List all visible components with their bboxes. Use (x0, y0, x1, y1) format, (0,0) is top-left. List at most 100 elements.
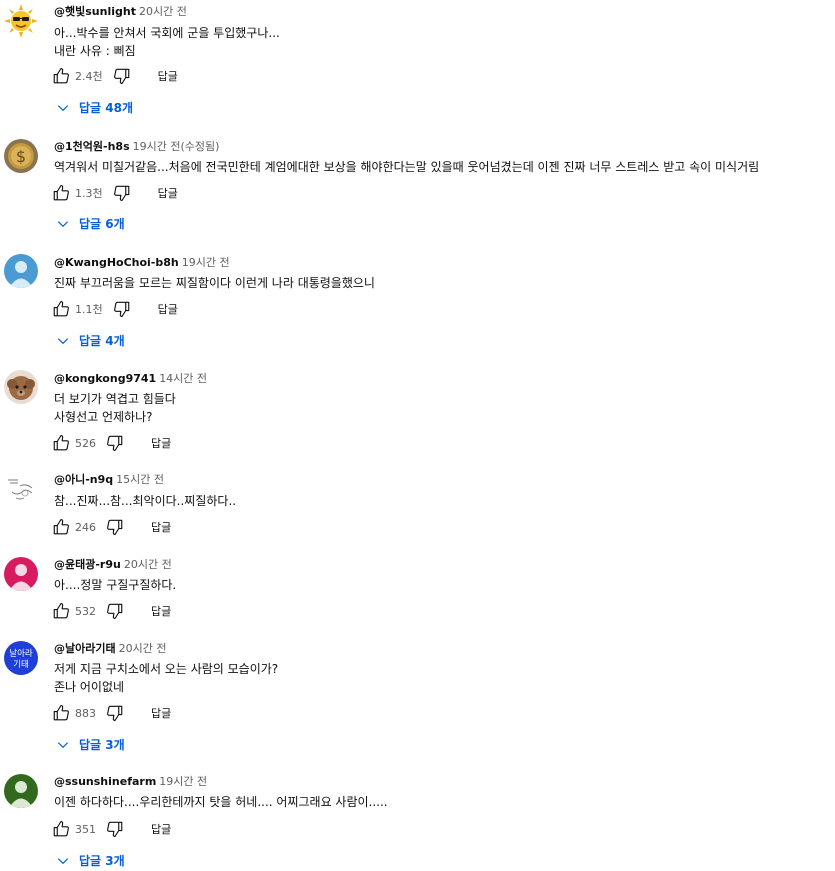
dislike-button[interactable] (106, 704, 124, 722)
view-replies-button[interactable]: 답글 48개 (56, 99, 133, 116)
reply-button[interactable]: 답글 (151, 603, 171, 619)
like-count: 1.3천 (75, 187, 103, 200)
comment-header: @아니-n9q 15시간 전 (54, 473, 164, 487)
timestamp[interactable]: 15시간 전 (116, 473, 164, 486)
view-replies-button[interactable]: 답글 6개 (56, 215, 125, 232)
like-button[interactable] (52, 704, 70, 722)
reply-button[interactable]: 답글 (158, 185, 178, 201)
avatar[interactable] (4, 774, 38, 808)
thumbs-down-icon (107, 603, 123, 620)
timestamp[interactable]: 14시간 전 (159, 372, 207, 385)
comment-text: 아...박수를 안쳐서 국회에 군을 투입했구나... 내란 사유 : 삐짐 (54, 26, 280, 58)
dislike-button[interactable] (106, 434, 124, 452)
reply-button[interactable]: 답글 (151, 519, 171, 535)
timestamp[interactable]: 19시간 전 (182, 256, 230, 269)
svg-text:날아라: 날아라 (9, 648, 33, 659)
reply-button[interactable]: 답글 (158, 68, 178, 84)
action-bar: 526 답글 (52, 433, 171, 453)
dislike-button[interactable] (113, 184, 131, 202)
like-button[interactable] (52, 67, 70, 85)
chevron-down-icon (57, 337, 69, 344)
replies-label: 답글 4개 (79, 334, 125, 348)
reply-button[interactable]: 답글 (151, 821, 171, 837)
timestamp[interactable]: 20시간 전 (124, 558, 172, 571)
dislike-button[interactable] (106, 602, 124, 620)
like-count: 1.1천 (75, 303, 103, 316)
svg-text:기태: 기태 (13, 660, 29, 670)
like-count: 2.4천 (75, 70, 103, 83)
comment-text: 역겨워서 미칠거같음...처음에 전국민한테 계엄에대한 보상을 해야한다는말 … (54, 160, 760, 174)
avatar[interactable]: $ (4, 139, 38, 173)
thumbs-down-icon (107, 821, 123, 838)
comment-text: 참...진짜...참...최악이다..찌질하다.. (54, 494, 237, 508)
reply-button[interactable]: 답글 (151, 435, 171, 451)
author-name[interactable]: @아니-n9q (54, 473, 113, 486)
thumbs-up-icon (53, 518, 69, 535)
blue-text-avatar-icon: 날아라 기태 (4, 641, 38, 675)
like-button[interactable] (52, 820, 70, 838)
replies-label: 답글 3개 (79, 738, 125, 752)
author-name[interactable]: @ssunshinefarm (54, 775, 156, 788)
author-name[interactable]: @윤태광-r9u (54, 558, 121, 571)
avatar[interactable] (4, 254, 38, 288)
like-count: 246 (75, 520, 96, 534)
author-name[interactable]: @날아라기태 (54, 642, 116, 655)
comment-text: 아....정말 구질구질하다. (54, 578, 177, 592)
pink-avatar-icon (4, 557, 38, 591)
comment-text: 더 보기가 역겹고 힘들다 사형선고 언제하나? (54, 392, 176, 424)
dislike-button[interactable] (113, 67, 131, 85)
thumbs-up-icon (53, 184, 69, 201)
avatar[interactable] (4, 472, 38, 506)
like-count: 526 (75, 436, 96, 450)
like-button[interactable] (52, 518, 70, 536)
timestamp[interactable]: 20시간 전 (139, 5, 187, 18)
dislike-button[interactable] (106, 518, 124, 536)
thumbs-down-icon (107, 435, 123, 452)
timestamp[interactable]: 19시간 전(수정됨) (133, 140, 220, 153)
thumbs-up-icon (53, 820, 69, 837)
action-bar: 883 답글 (52, 703, 171, 723)
svg-text:$: $ (16, 147, 26, 166)
action-bar: 351 답글 (52, 819, 171, 839)
view-replies-button[interactable]: 답글 4개 (56, 332, 125, 349)
like-count: 883 (75, 706, 96, 720)
chevron-down-icon (57, 220, 69, 227)
like-button[interactable] (52, 300, 70, 318)
action-bar: 246 답글 (52, 517, 171, 537)
timestamp[interactable]: 20시간 전 (119, 642, 167, 655)
author-name[interactable]: @kongkong9741 (54, 372, 156, 385)
author-name[interactable]: @KwangHoChoi-b8h (54, 256, 179, 269)
comment-text: 저게 지금 구치소에서 오는 사람의 모습이가? 존나 어이없네 (54, 662, 279, 694)
comment-header: @KwangHoChoi-b8h 19시간 전 (54, 256, 230, 270)
thumbs-down-icon (113, 68, 129, 85)
like-button[interactable] (52, 184, 70, 202)
action-bar: 1.1천 답글 (52, 299, 178, 319)
reply-button[interactable]: 답글 (158, 301, 178, 317)
reply-button[interactable]: 답글 (151, 705, 171, 721)
comment-header: @햇빛sunlight 20시간 전 (54, 5, 187, 19)
avatar[interactable] (4, 557, 38, 591)
thumbs-down-icon (107, 519, 123, 536)
author-name[interactable]: @햇빛sunlight (54, 5, 136, 18)
dislike-button[interactable] (113, 300, 131, 318)
action-bar: 532 답글 (52, 601, 171, 621)
avatar[interactable] (4, 4, 38, 38)
like-button[interactable] (52, 434, 70, 452)
view-replies-button[interactable]: 답글 3개 (56, 736, 125, 753)
like-count: 351 (75, 822, 96, 836)
like-button[interactable] (52, 602, 70, 620)
action-bar: 2.4천 답글 (52, 66, 178, 86)
avatar[interactable] (4, 370, 38, 404)
comment-header: @ssunshinefarm 19시간 전 (54, 775, 207, 789)
action-bar: 1.3천 답글 (52, 183, 178, 203)
author-name[interactable]: @1천억원-h8s (54, 140, 130, 153)
dislike-button[interactable] (106, 820, 124, 838)
thumbs-up-icon (53, 704, 69, 721)
thumbs-up-icon (53, 434, 69, 451)
avatar[interactable]: 날아라 기태 (4, 641, 38, 675)
thumbs-down-icon (107, 705, 123, 722)
view-replies-button[interactable]: 답글 3개 (56, 852, 125, 869)
comment-header: @윤태광-r9u 20시간 전 (54, 558, 172, 572)
thumbs-up-icon (53, 602, 69, 619)
timestamp[interactable]: 19시간 전 (159, 775, 207, 788)
